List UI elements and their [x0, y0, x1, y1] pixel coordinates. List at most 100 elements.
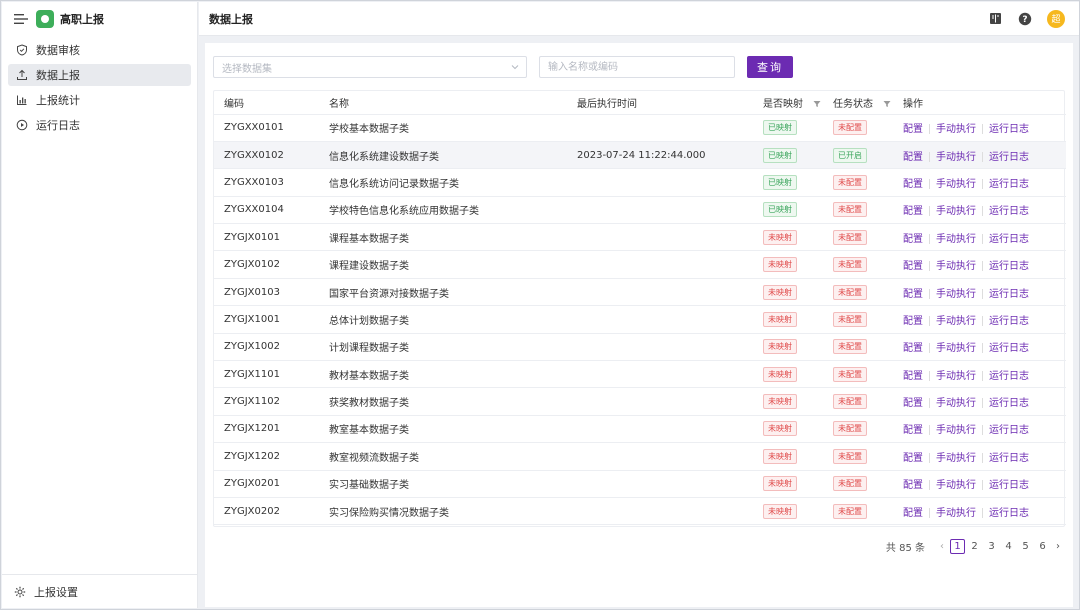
filter-icon[interactable] [813, 100, 821, 108]
cell-actions: 配置 手动执行 运行日志 [893, 387, 1066, 416]
cell-actions: 配置 手动执行 运行日志 [893, 196, 1066, 225]
run-log-link[interactable]: 运行日志 [989, 179, 1029, 190]
run-log-link[interactable]: 运行日志 [989, 453, 1029, 464]
cell-last-run [567, 333, 753, 362]
menu-fold-icon[interactable] [14, 13, 28, 25]
sidebar-item-data-upload[interactable]: 数据上报 [8, 64, 191, 86]
query-button[interactable]: 查询 [747, 56, 793, 78]
manual-run-link[interactable]: 手动执行 [936, 398, 976, 409]
manual-run-link[interactable]: 手动执行 [936, 343, 976, 354]
page-6[interactable]: 6 [1035, 539, 1050, 554]
run-log-link[interactable]: 运行日志 [989, 343, 1029, 354]
cell-status: 未配置 [823, 442, 893, 471]
configure-link[interactable]: 配置 [903, 261, 923, 272]
table-row[interactable]: ZYGJX1001 总体计划数据子类 未映射 未配置 配置 手动执行 运行日志 [214, 305, 1066, 334]
run-log-link[interactable]: 运行日志 [989, 371, 1029, 382]
cell-actions: 配置 手动执行 运行日志 [893, 442, 1066, 471]
table-row[interactable]: ZYGXX0104 学校特色信息化系统应用数据子类 已映射 未配置 配置 手动执行 运行日志 [214, 196, 1066, 225]
run-log-link[interactable]: 运行日志 [989, 124, 1029, 135]
divider [982, 288, 983, 299]
configure-link[interactable]: 配置 [903, 508, 923, 519]
configure-link[interactable]: 配置 [903, 152, 923, 163]
cell-status: 未配置 [823, 278, 893, 307]
configure-link[interactable]: 配置 [903, 234, 923, 245]
sidebar-item-run-log[interactable]: 运行日志 [8, 114, 191, 136]
table-row[interactable]: ZYGJX0201 实习基础数据子类 未映射 未配置 配置 手动执行 运行日志 [214, 470, 1066, 498]
sidebar-item-data-review[interactable]: 数据审核 [8, 39, 191, 61]
table-row[interactable]: ZYGJX0202 实习保险购买情况数据子类 未映射 未配置 配置 手动执行 运行日志 [214, 497, 1066, 526]
run-log-link[interactable]: 运行日志 [989, 206, 1029, 217]
table-row[interactable]: ZYGXX0103 信息化系统访问记录数据子类 已映射 未配置 配置 手动执行 运行日志 [214, 168, 1066, 197]
configure-link[interactable]: 配置 [903, 398, 923, 409]
configure-link[interactable]: 配置 [903, 206, 923, 217]
table-row[interactable]: ZYGJX0102 课程建设数据子类 未映射 未配置 配置 手动执行 运行日志 [214, 250, 1066, 279]
table-row[interactable]: ZYGJX1202 教室视频流数据子类 未映射 未配置 配置 手动执行 运行日志 [214, 442, 1066, 471]
mapped-badge: 未映射 [763, 229, 797, 245]
cell-actions: 配置 手动执行 运行日志 [893, 470, 1066, 498]
run-log-link[interactable]: 运行日志 [989, 508, 1029, 519]
configure-link[interactable]: 配置 [903, 289, 923, 300]
configure-link[interactable]: 配置 [903, 425, 923, 436]
table-row[interactable]: ZYGJX1101 教材基本数据子类 未映射 未配置 配置 手动执行 运行日志 [214, 360, 1066, 389]
configure-link[interactable]: 配置 [903, 480, 923, 491]
manual-run-link[interactable]: 手动执行 [936, 289, 976, 300]
cell-code: ZYGJX0102 [214, 250, 319, 279]
mapped-badge: 未映射 [763, 366, 797, 382]
run-log-link[interactable]: 运行日志 [989, 480, 1029, 491]
run-log-link[interactable]: 运行日志 [989, 316, 1029, 327]
search-input[interactable] [539, 56, 735, 78]
manual-run-link[interactable]: 手动执行 [936, 152, 976, 163]
table-row[interactable]: ZYGXX0101 学校基本数据子类 已映射 未配置 配置 手动执行 运行日志 [214, 114, 1066, 142]
run-log-link[interactable]: 运行日志 [989, 425, 1029, 436]
page-2[interactable]: 2 [967, 539, 982, 554]
manual-run-link[interactable]: 手动执行 [936, 480, 976, 491]
table-row[interactable]: ZYGJX1201 教室基本数据子类 未映射 未配置 配置 手动执行 运行日志 [214, 415, 1066, 444]
cell-name: 信息化系统访问记录数据子类 [319, 168, 567, 197]
filter-icon[interactable] [883, 100, 891, 108]
configure-link[interactable]: 配置 [903, 179, 923, 190]
manual-run-link[interactable]: 手动执行 [936, 234, 976, 245]
manual-run-link[interactable]: 手动执行 [936, 261, 976, 272]
cell-name: 教材基本数据子类 [319, 360, 567, 389]
manual-run-link[interactable]: 手动执行 [936, 508, 976, 519]
manual-run-link[interactable]: 手动执行 [936, 206, 976, 217]
manual-run-link[interactable]: 手动执行 [936, 124, 976, 135]
chevron-left-icon[interactable]: ‹ [935, 539, 949, 554]
table-row[interactable]: ZYGJX1002 计划课程数据子类 未映射 未配置 配置 手动执行 运行日志 [214, 333, 1066, 362]
sidebar-item-upload-settings[interactable]: 上报设置 [2, 574, 197, 608]
table-row[interactable]: ZYGJX0101 课程基本数据子类 未映射 未配置 配置 手动执行 运行日志 [214, 223, 1066, 252]
help-icon[interactable]: ? [1017, 11, 1033, 27]
run-log-link[interactable]: 运行日志 [989, 152, 1029, 163]
page-1[interactable]: 1 [950, 539, 965, 554]
cell-actions: 配置 手动执行 运行日志 [893, 278, 1066, 307]
dataset-select-placeholder: 选择数据集 [222, 63, 272, 75]
configure-link[interactable]: 配置 [903, 371, 923, 382]
table-row[interactable]: ZYGJX1102 获奖教材数据子类 未映射 未配置 配置 手动执行 运行日志 [214, 387, 1066, 416]
manual-run-link[interactable]: 手动执行 [936, 425, 976, 436]
page-4[interactable]: 4 [1001, 539, 1016, 554]
book-icon[interactable] [987, 11, 1003, 27]
page-3[interactable]: 3 [984, 539, 999, 554]
chevron-right-icon[interactable]: › [1051, 539, 1065, 554]
configure-link[interactable]: 配置 [903, 343, 923, 354]
run-log-link[interactable]: 运行日志 [989, 261, 1029, 272]
run-log-link[interactable]: 运行日志 [989, 398, 1029, 409]
dataset-select[interactable]: 选择数据集 [213, 56, 527, 78]
manual-run-link[interactable]: 手动执行 [936, 371, 976, 382]
run-log-link[interactable]: 运行日志 [989, 289, 1029, 300]
manual-run-link[interactable]: 手动执行 [936, 316, 976, 327]
cell-mapped: 已映射 [753, 114, 823, 142]
manual-run-link[interactable]: 手动执行 [936, 453, 976, 464]
configure-link[interactable]: 配置 [903, 124, 923, 135]
run-log-link[interactable]: 运行日志 [989, 234, 1029, 245]
cell-name: 教室基本数据子类 [319, 415, 567, 444]
cell-actions: 配置 手动执行 运行日志 [893, 497, 1066, 526]
table-row[interactable]: ZYGXX0102 信息化系统建设数据子类 2023-07-24 11:22:44.… [214, 141, 1066, 170]
configure-link[interactable]: 配置 [903, 316, 923, 327]
sidebar-item-upload-stats[interactable]: 上报统计 [8, 89, 191, 111]
manual-run-link[interactable]: 手动执行 [936, 179, 976, 190]
table-row[interactable]: ZYGJX0103 国家平台资源对接数据子类 未映射 未配置 配置 手动执行 运行日志 [214, 278, 1066, 307]
configure-link[interactable]: 配置 [903, 453, 923, 464]
page-5[interactable]: 5 [1018, 539, 1033, 554]
avatar[interactable]: 超 [1047, 9, 1065, 28]
